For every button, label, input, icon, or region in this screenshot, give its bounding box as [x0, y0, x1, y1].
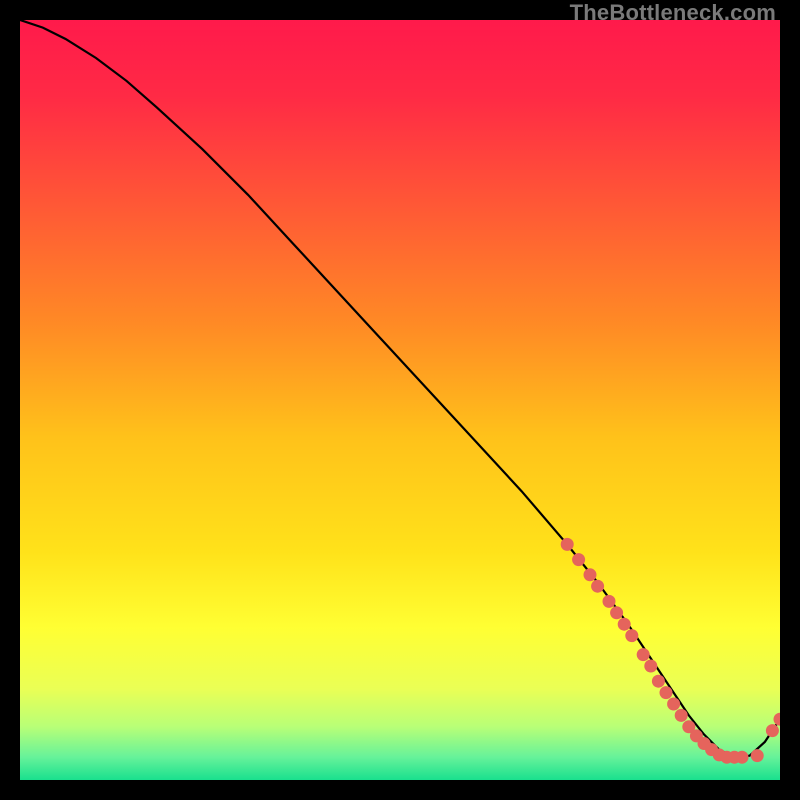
data-point [603, 595, 616, 608]
plot-area [20, 20, 780, 780]
watermark-text: TheBottleneck.com [570, 0, 776, 26]
data-point [660, 686, 673, 699]
data-point [736, 751, 749, 764]
data-point [625, 629, 638, 642]
data-point [591, 580, 604, 593]
data-point [572, 553, 585, 566]
data-point [644, 660, 657, 673]
data-point [675, 709, 688, 722]
data-point [667, 698, 680, 711]
data-point [652, 675, 665, 688]
chart-canvas [20, 20, 780, 780]
chart-frame: TheBottleneck.com [0, 0, 800, 800]
data-point [584, 568, 597, 581]
data-point [751, 749, 764, 762]
data-point [618, 618, 631, 631]
data-point [637, 648, 650, 661]
data-point [610, 606, 623, 619]
gradient-background [20, 20, 780, 780]
data-point [766, 724, 779, 737]
data-point [561, 538, 574, 551]
